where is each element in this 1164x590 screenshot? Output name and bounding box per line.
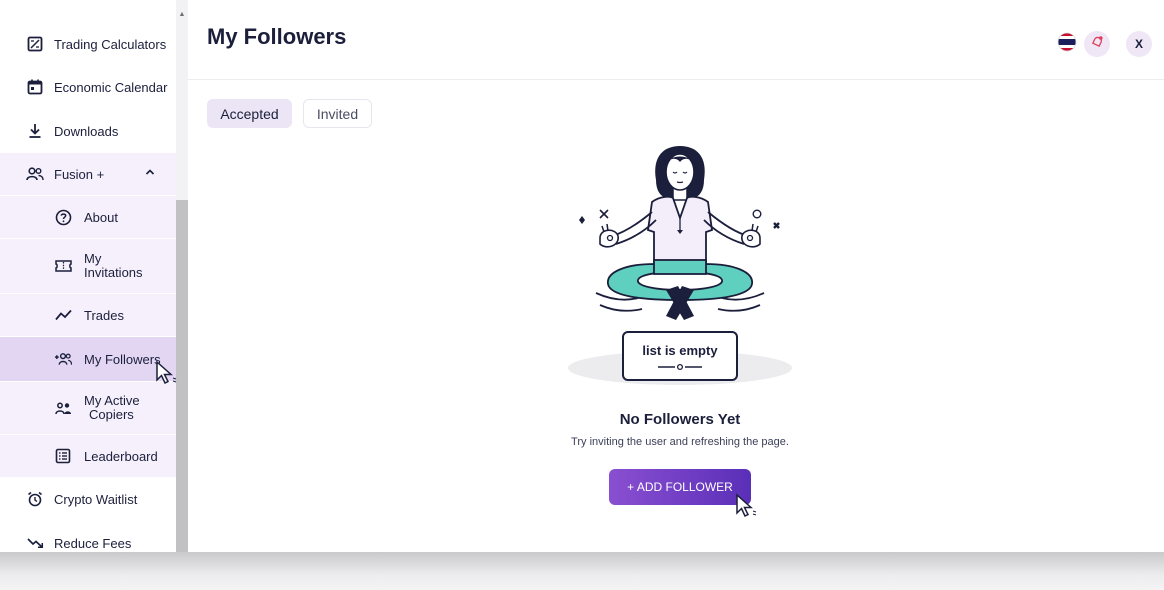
- window-shadow: [0, 552, 1164, 590]
- sidebar-item-trading-calculators[interactable]: Trading Calculators: [0, 23, 176, 65]
- sidebar-item-label: My Followers: [84, 351, 161, 367]
- scroll-up-arrow-icon[interactable]: ▲: [177, 10, 187, 20]
- sidebar-item-my-invitations[interactable]: My Invitations: [0, 239, 176, 293]
- sidebar-item-label: Leaderboard: [84, 448, 158, 464]
- sidebar-item-label: My: [84, 251, 102, 266]
- ticket-icon: [54, 257, 72, 275]
- group-icon: [26, 165, 44, 183]
- sidebar-item-label: My Active: [84, 393, 140, 408]
- sidebar-item-downloads[interactable]: Downloads: [0, 110, 176, 152]
- sidebar-item-text: My Active Copiers: [84, 394, 140, 422]
- sidebar-item-label: Trades: [84, 307, 124, 323]
- sidebar-item-crypto-waitlist[interactable]: Crypto Waitlist: [0, 478, 176, 520]
- sidebar-item-trades[interactable]: Trades: [0, 294, 176, 336]
- add-follower-button[interactable]: + ADD FOLLOWER: [609, 469, 751, 505]
- mouse-cursor-icon: [155, 360, 179, 388]
- empty-state-illustration: list is empty: [560, 140, 800, 390]
- empty-sign-text: list is empty: [642, 343, 718, 358]
- sidebar: Trading Calculators Economic Calendar Do…: [0, 0, 188, 552]
- sidebar-item-label: Fusion +: [54, 166, 105, 182]
- copiers-icon: [54, 399, 72, 417]
- calendar-icon: [26, 78, 44, 96]
- mouse-cursor-icon: [735, 493, 759, 521]
- trend-down-icon: [26, 534, 44, 552]
- sidebar-item-label-line2: Copiers: [89, 407, 134, 422]
- download-icon: [26, 122, 44, 140]
- sidebar-item-label-line2: Invitations: [84, 265, 143, 280]
- sidebar-item-label: Crypto Waitlist: [54, 491, 138, 507]
- sidebar-item-fusion-plus[interactable]: Fusion +: [0, 153, 176, 195]
- calculator-icon: [26, 35, 44, 53]
- trend-line-icon: [54, 306, 72, 324]
- sidebar-item-label: Reduce Fees: [54, 535, 132, 551]
- sidebar-item-economic-calendar[interactable]: Economic Calendar: [0, 66, 176, 108]
- sidebar-item-reduce-fees[interactable]: Reduce Fees: [0, 522, 176, 552]
- empty-state-title: No Followers Yet: [619, 411, 741, 428]
- sidebar-item-my-followers[interactable]: My Followers: [0, 337, 176, 381]
- list-icon: [54, 447, 72, 465]
- sidebar-item-label: About: [84, 209, 118, 225]
- page-header: My Followers X: [188, 0, 1164, 80]
- tab-invited[interactable]: Invited: [303, 99, 372, 128]
- alarm-clock-icon: [26, 490, 44, 508]
- chevron-up-icon[interactable]: [144, 166, 156, 181]
- sidebar-item-text: My Invitations: [84, 252, 143, 280]
- sidebar-item-label: Trading Calculators: [54, 36, 167, 52]
- close-button[interactable]: X: [1126, 31, 1152, 57]
- notification-button[interactable]: [1084, 31, 1110, 57]
- bell-icon: [1091, 35, 1104, 53]
- tab-accepted[interactable]: Accepted: [207, 99, 292, 128]
- language-flag-button[interactable]: [1054, 31, 1080, 57]
- sidebar-item-my-active-copiers[interactable]: My Active Copiers: [0, 382, 176, 434]
- sidebar-item-label: Economic Calendar: [54, 79, 168, 95]
- add-group-icon: [54, 350, 72, 368]
- thailand-flag-icon: [1057, 32, 1077, 57]
- sidebar-item-label: Downloads: [54, 123, 119, 139]
- sidebar-item-about[interactable]: About: [0, 196, 176, 238]
- help-circle-icon: [54, 208, 72, 226]
- page-title: My Followers: [207, 24, 347, 49]
- empty-state-description: Try inviting the user and refreshing the…: [571, 436, 789, 448]
- app-window: Trading Calculators Economic Calendar Do…: [0, 0, 1164, 552]
- sidebar-item-leaderboard[interactable]: Leaderboard: [0, 435, 176, 477]
